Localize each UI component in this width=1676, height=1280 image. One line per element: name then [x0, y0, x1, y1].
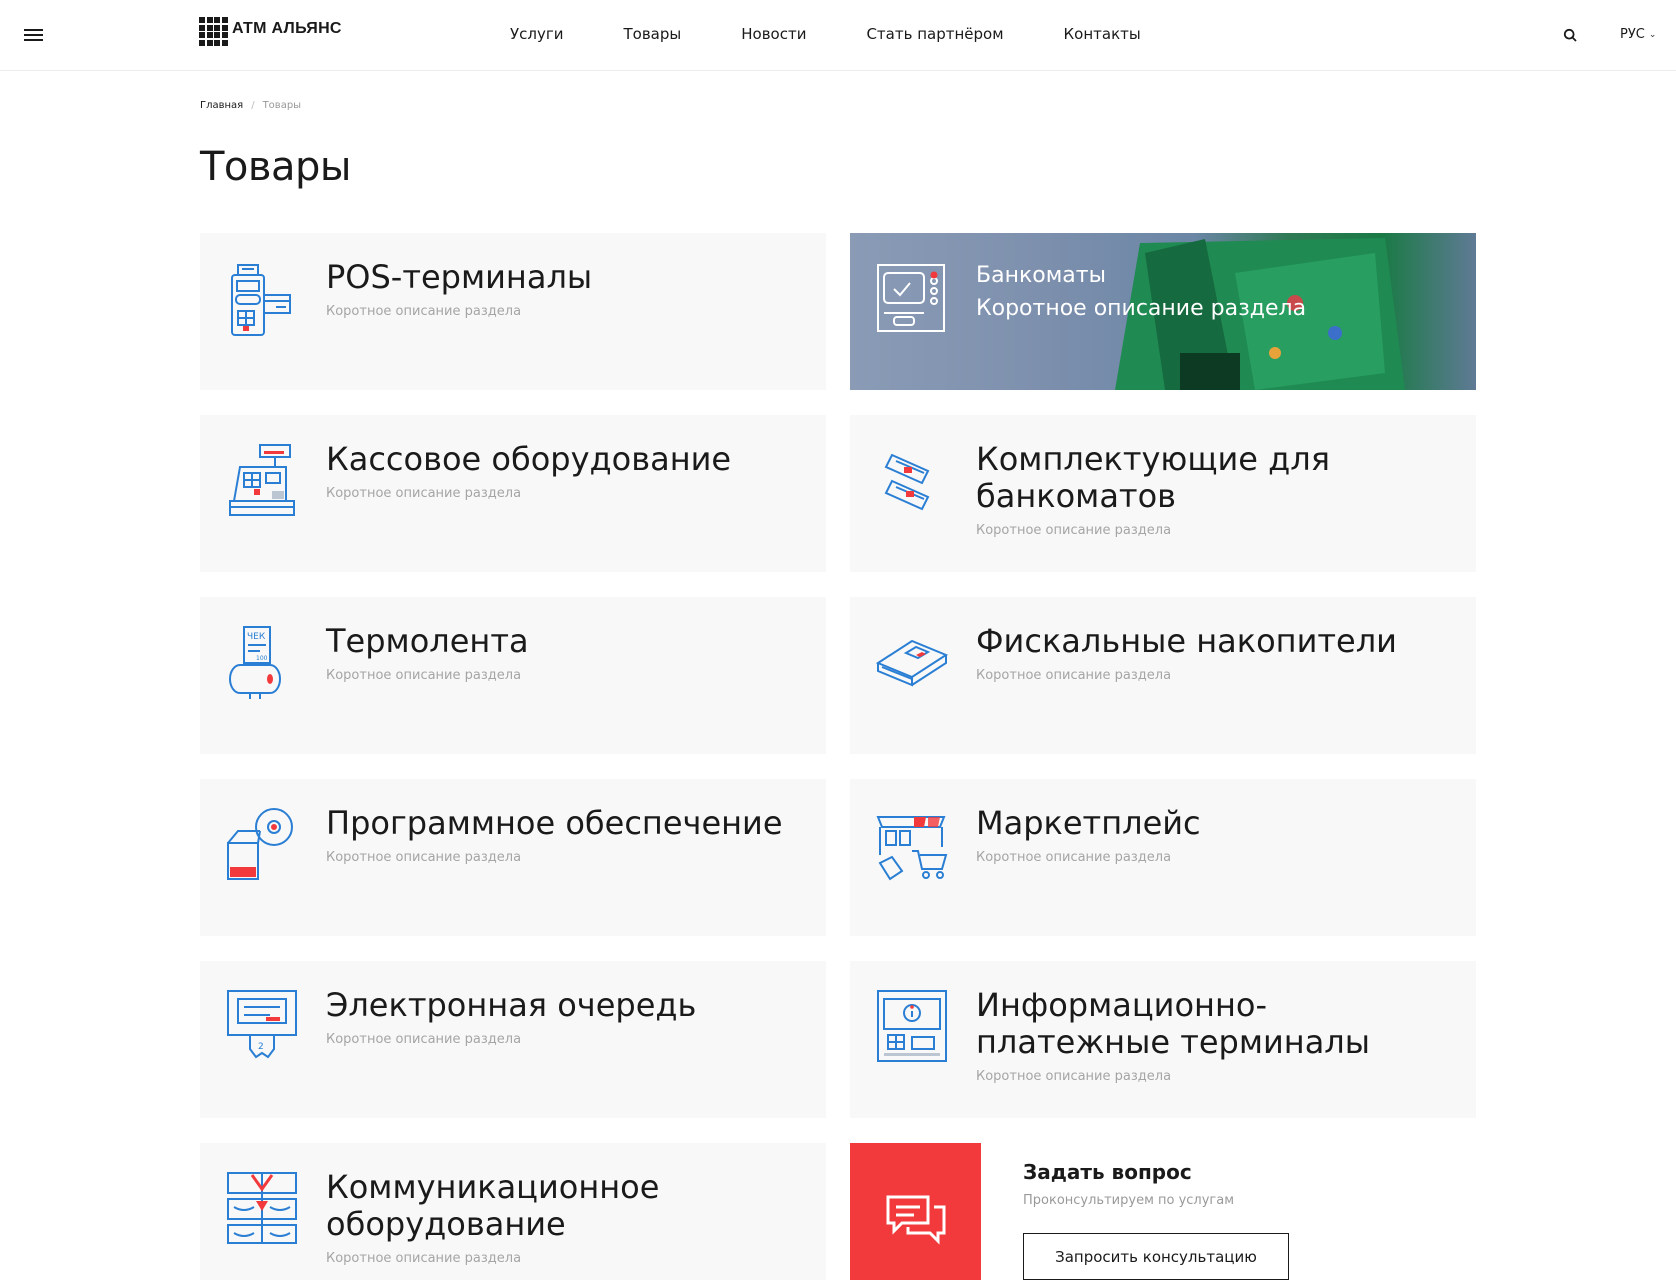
card-description: Коротное описание раздела — [326, 1251, 522, 1266]
card-description: Коротное описание раздела — [976, 296, 1307, 321]
fiscal-drive-icon — [876, 639, 948, 687]
ask-question-icon-box — [850, 1143, 981, 1280]
breadcrumb-separator: / — [251, 100, 255, 111]
card-title: Коммуникационное оборудование — [326, 1168, 660, 1243]
card-title: POS-терминалы — [326, 258, 593, 296]
category-card-marketplace[interactable]: Маркетплейс Коротное описание раздела — [850, 779, 1476, 936]
breadcrumb-current: Товары — [262, 100, 302, 111]
request-consultation-button[interactable]: Запросить консультацию — [1023, 1233, 1289, 1280]
card-title: Электронная очередь — [326, 986, 697, 1024]
svg-text:2: 2 — [258, 1042, 264, 1052]
search-icon[interactable] — [1563, 28, 1578, 43]
svg-text:100: 100 — [256, 655, 268, 662]
atm-icon — [877, 264, 945, 332]
card-title: Маркетплейс — [976, 804, 1201, 842]
main-nav: Услуги Товары Новости Стать партнёром Ко… — [510, 25, 1201, 43]
category-card-cash-register[interactable]: Кассовое оборудование Коротное описание … — [200, 415, 826, 572]
logo-mark-icon — [199, 17, 228, 51]
card-description: Коротное описание раздела — [976, 668, 1172, 683]
site-header: АТМ АЛЬЯНС Услуги Товары Новости Стать п… — [0, 0, 1676, 71]
ask-subtitle: Проконсультируем по услугам — [1023, 1193, 1235, 1208]
category-card-pos[interactable]: POS-терминалы Коротное описание раздела — [200, 233, 826, 390]
card-description: Коротное описание раздела — [976, 1069, 1172, 1084]
card-description: Коротное описание раздела — [976, 850, 1172, 865]
card-description: Коротное описание раздела — [326, 850, 522, 865]
thermal-tape-icon: ЧЕК 100 — [229, 626, 281, 699]
marketplace-icon — [876, 816, 948, 881]
cash-register-icon — [229, 444, 295, 516]
card-title: Термолента — [326, 622, 529, 660]
card-description: Коротное описание раздела — [976, 523, 1172, 538]
svg-text:ЧЕК: ЧЕК — [247, 632, 266, 642]
nav-item-services[interactable]: Услуги — [510, 25, 563, 43]
breadcrumb: Главная / Товары — [200, 100, 301, 111]
card-title: Кассовое оборудование — [326, 440, 732, 478]
card-title: Банкоматы — [976, 263, 1106, 288]
chevron-down-icon: ⌄ — [1648, 29, 1657, 40]
payment-terminal-icon — [877, 990, 947, 1062]
software-icon — [227, 808, 293, 880]
card-description: Коротное описание раздела — [326, 668, 522, 683]
category-card-fiscal-drive[interactable]: Фискальные накопители Коротное описание … — [850, 597, 1476, 754]
card-description: Коротное описание раздела — [326, 304, 522, 319]
queue-icon: 2 — [227, 990, 297, 1059]
category-card-thermal-tape[interactable]: ЧЕК 100 Термолента Коротное описание раз… — [200, 597, 826, 754]
card-title: Программное обеспечение — [326, 804, 783, 842]
card-description: Коротное описание раздела — [326, 1032, 522, 1047]
pos-terminal-icon — [231, 264, 291, 336]
chat-icon — [886, 1195, 946, 1245]
category-card-queue[interactable]: 2 Электронная очередь Коротное описание … — [200, 961, 826, 1118]
logo-text: АТМ АЛЬЯНС — [232, 20, 342, 37]
atm-parts-icon — [884, 453, 930, 511]
nav-item-news[interactable]: Новости — [741, 25, 806, 43]
language-selector[interactable]: РУС ⌄ — [1620, 27, 1656, 42]
nav-item-contacts[interactable]: Контакты — [1064, 25, 1141, 43]
ask-title: Задать вопрос — [1023, 1160, 1192, 1184]
language-label: РУС — [1620, 27, 1645, 42]
card-title: Комплектующие для банкоматов — [976, 440, 1330, 515]
page-title: Товары — [200, 144, 351, 190]
card-title: Информационно-платежные терминалы — [976, 986, 1371, 1061]
nav-item-partner[interactable]: Стать партнёром — [866, 25, 1003, 43]
card-description: Коротное описание раздела — [326, 486, 522, 501]
communication-icon — [227, 1172, 297, 1244]
card-title: Фискальные накопители — [976, 622, 1397, 660]
category-card-communication[interactable]: Коммуникационное оборудование Коротное о… — [200, 1143, 826, 1280]
category-card-atm[interactable]: Банкоматы Коротное описание раздела — [850, 233, 1476, 390]
category-card-payment-terminal[interactable]: Информационно-платежные терминалы Коротн… — [850, 961, 1476, 1118]
category-card-software[interactable]: Программное обеспечение Коротное описани… — [200, 779, 826, 936]
nav-item-products[interactable]: Товары — [623, 25, 681, 43]
menu-icon[interactable] — [24, 29, 43, 41]
logo[interactable]: АТМ АЛЬЯНС — [199, 17, 342, 53]
category-card-atm-parts[interactable]: Комплектующие для банкоматов Коротное оп… — [850, 415, 1476, 572]
breadcrumb-home[interactable]: Главная — [200, 100, 243, 111]
